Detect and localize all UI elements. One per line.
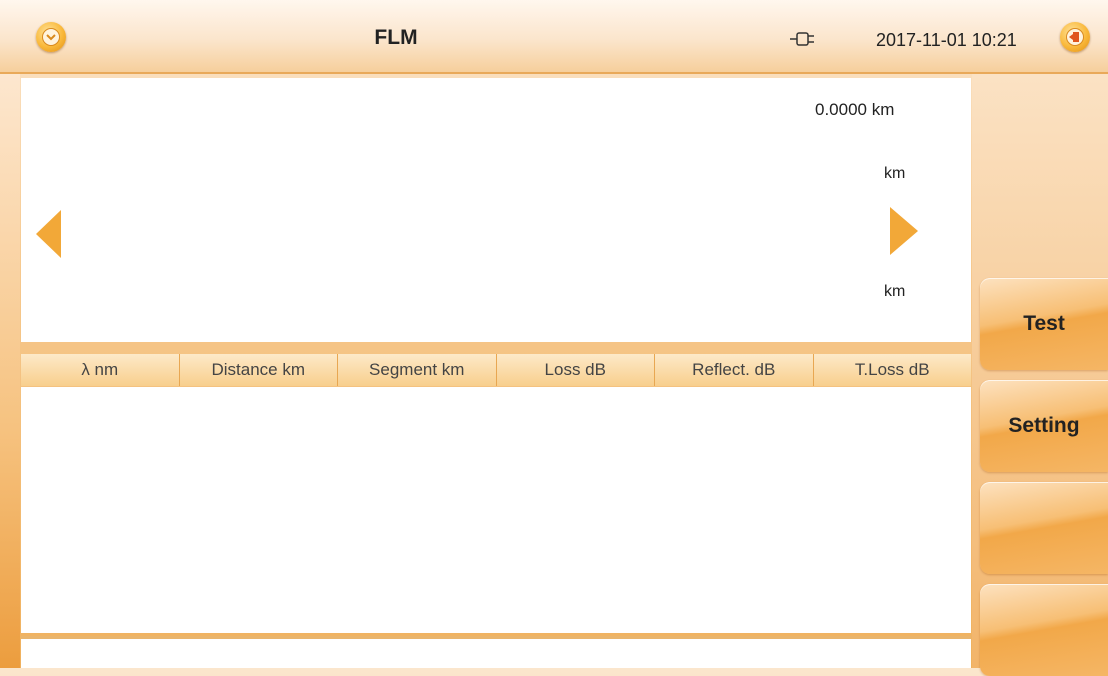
right-frame [972,74,1108,668]
test-button-label: Test [1023,312,1065,335]
column-header-wavelength: λ nm [21,354,180,386]
column-header-reflectance: Reflect. dB [655,354,814,386]
test-button[interactable]: Test [980,278,1108,370]
column-header-segment: Segment km [338,354,497,386]
column-header-distance: Distance km [180,354,338,386]
status-footer [21,636,971,668]
event-table-body[interactable] [21,387,971,633]
scale-bottom-unit: km [884,283,906,300]
exit-icon [1066,28,1084,46]
setting-button-label: Setting [1008,414,1080,437]
top-bar: FLM 2017-11-01 10:21 [0,0,1108,74]
column-header-total-loss: T.Loss dB [854,360,930,379]
left-frame [0,74,20,668]
page-title: FLM [374,26,418,49]
exit-button[interactable] [1060,22,1090,52]
plug-icon [790,32,814,46]
setting-button[interactable]: Setting [980,380,1108,472]
event-table-header: λ nm Distance km Segment km Loss dB Refl… [21,354,971,386]
side-button-4[interactable] [980,584,1108,676]
scroll-left-arrow-icon[interactable] [36,210,61,258]
scale-top-unit: km [884,165,906,182]
scroll-right-arrow-icon[interactable] [890,207,918,255]
datetime: 2017-11-01 10:21 [876,30,1017,50]
column-header-loss: Loss dB [497,354,655,386]
distance-readout: 0.0000 km [815,100,895,119]
side-button-3[interactable] [980,482,1108,574]
